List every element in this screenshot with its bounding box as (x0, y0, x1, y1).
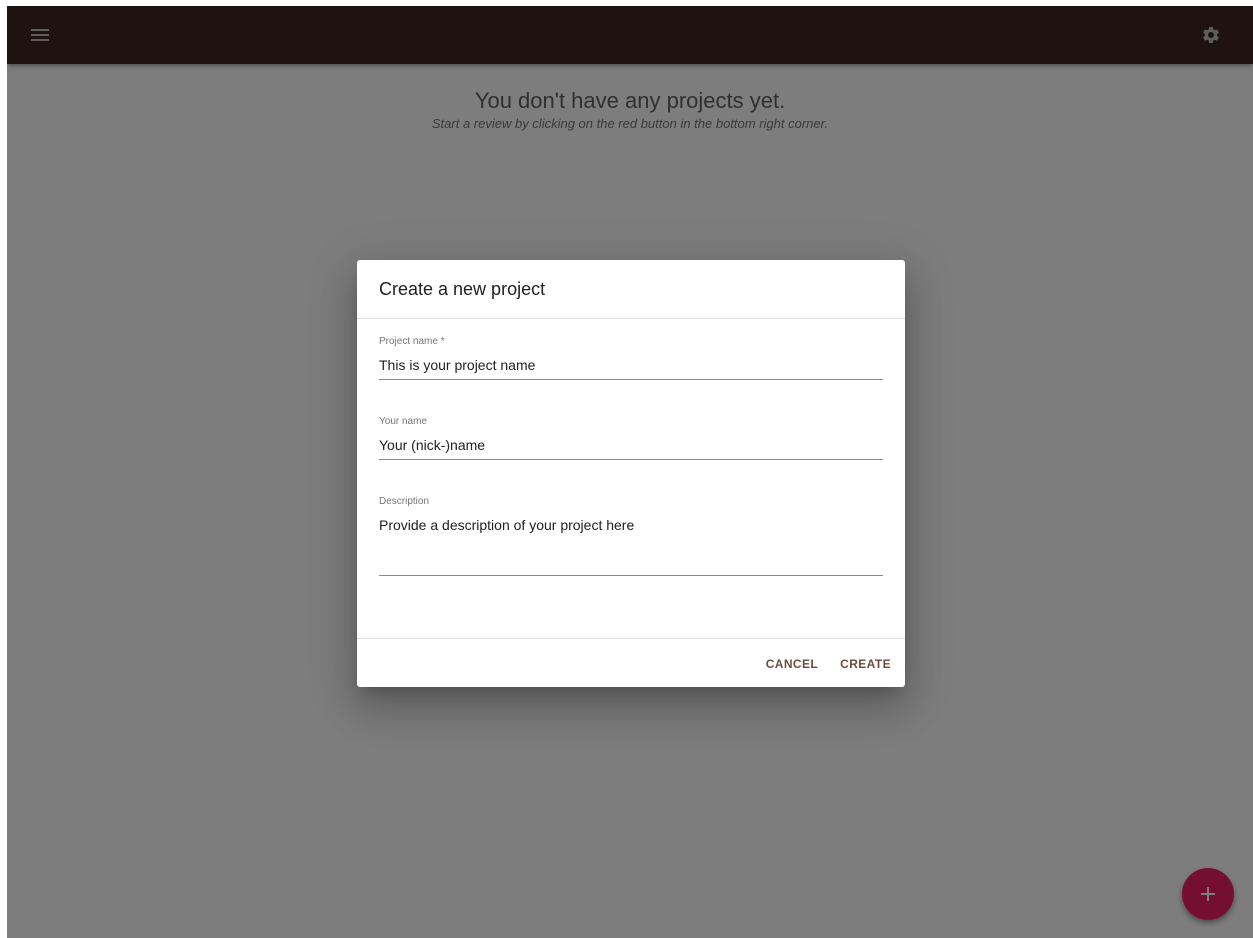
dialog-header-divider (357, 318, 905, 319)
project-name-underline (379, 379, 883, 380)
dialog-footer-divider (357, 638, 905, 639)
description-underline (379, 575, 883, 576)
dialog-title: Create a new project (379, 279, 546, 299)
your-name-input[interactable] (379, 436, 883, 454)
your-name-label: Your name (379, 416, 427, 427)
create-button[interactable]: CREATE (840, 655, 891, 673)
description-field: Description (379, 496, 883, 576)
project-name-field: Project name * (379, 336, 883, 380)
your-name-underline (379, 459, 883, 460)
cancel-button[interactable]: CANCEL (766, 655, 818, 673)
project-name-label: Project name * (379, 336, 445, 347)
project-name-input[interactable] (379, 356, 883, 374)
dialog-actions: CANCEL CREATE (744, 655, 891, 673)
description-label: Description (379, 496, 430, 507)
app-viewport: You don't have any projects yet. Start a… (7, 6, 1253, 938)
your-name-field: Your name (379, 416, 883, 460)
description-input[interactable] (379, 516, 883, 570)
create-project-dialog: Create a new project Project name * Your… (357, 260, 905, 687)
